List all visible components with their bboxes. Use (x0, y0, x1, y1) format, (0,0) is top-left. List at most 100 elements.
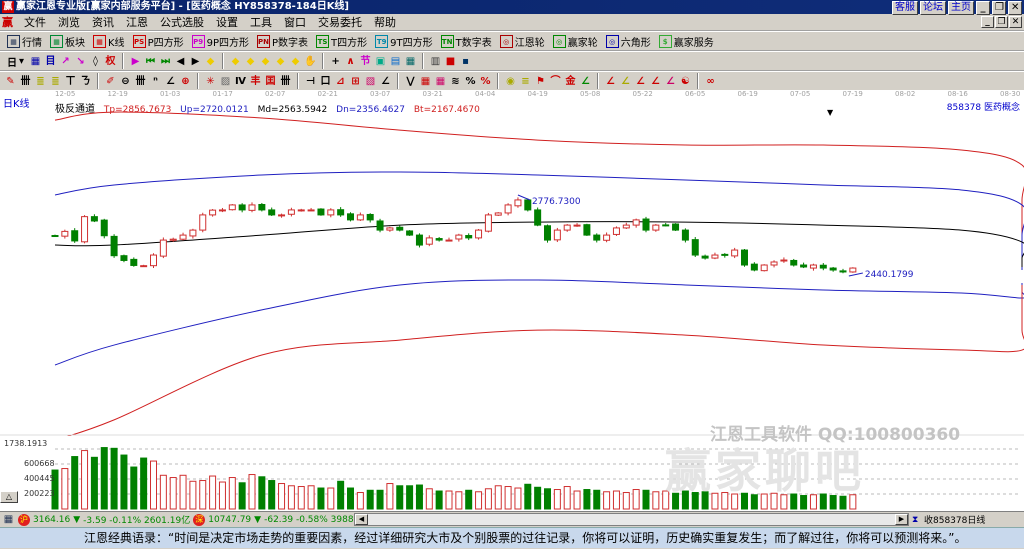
toolbar-button[interactable]: PN P数字表 (254, 34, 311, 49)
infinity-icon[interactable]: ∞ (704, 75, 717, 88)
candle[interactable] (238, 204, 246, 211)
toolbar-button[interactable]: P9 9P四方形 (189, 34, 252, 49)
candle[interactable] (317, 208, 325, 216)
candle[interactable] (209, 209, 217, 216)
toolbar-button[interactable]: TS T四方形 (313, 34, 370, 49)
candle[interactable] (445, 239, 453, 242)
diamond-2-icon[interactable]: ◆ (229, 55, 242, 68)
notes-icon[interactable]: ▥ (429, 55, 442, 68)
fork-icon[interactable]: ㄒ (64, 75, 77, 88)
candle-icon[interactable]: ◊ (89, 55, 102, 68)
restore-icon[interactable]: ❐ (992, 1, 1006, 15)
home-button[interactable]: 主页 (948, 1, 974, 15)
menu-item[interactable]: 帮助 (368, 14, 402, 30)
gold-fan-icon[interactable]: 金 (564, 75, 577, 88)
candle[interactable] (386, 227, 394, 231)
fan-5-icon[interactable]: ∠ (649, 75, 662, 88)
chart-icon[interactable]: ▦ (29, 55, 42, 68)
minimize-icon[interactable]: _ (976, 1, 990, 15)
candle[interactable] (347, 213, 354, 221)
candle[interactable] (790, 259, 798, 266)
candle[interactable] (248, 204, 256, 211)
shanghai-badge[interactable]: 沪 (18, 513, 30, 526)
candle[interactable] (534, 209, 542, 226)
candle[interactable] (770, 261, 778, 266)
rect-icon[interactable]: 口 (319, 75, 332, 88)
fan-box-icon[interactable]: 囯 (264, 75, 277, 88)
arc-icon[interactable]: ⌒ (549, 75, 562, 88)
angle-icon[interactable]: ∠ (164, 75, 177, 88)
kline-chart-panel[interactable]: 12-05 12-19 01-03 01-17 02-07 02-21 03-07 03-21… (0, 90, 1024, 511)
candle[interactable] (159, 239, 167, 257)
candle[interactable] (809, 264, 817, 269)
flag-icon[interactable]: ▶ (129, 55, 142, 68)
menu-item[interactable]: 资讯 (86, 14, 120, 30)
menu-item[interactable]: 窗口 (278, 14, 312, 30)
fan-1-icon[interactable]: ∠ (579, 75, 592, 88)
candle[interactable] (741, 249, 748, 266)
candle[interactable] (425, 237, 433, 245)
toolbar-button[interactable]: $ 赢家服务 (656, 34, 717, 49)
kline-chart[interactable]: 2776.7300 2440.1799 ▼ (0, 90, 1024, 511)
candle[interactable] (701, 255, 709, 259)
star-icon[interactable]: ✳ (204, 75, 217, 88)
diamond-5-icon[interactable]: ◆ (274, 55, 287, 68)
candle[interactable] (800, 264, 808, 268)
toolbar-button[interactable]: PS P四方形 (130, 34, 187, 49)
close-icon[interactable]: ✕ (1008, 1, 1022, 15)
down-trend-icon[interactable]: ↘ (74, 55, 87, 68)
calculator-icon[interactable]: ▦ (2, 513, 15, 526)
candle[interactable] (327, 209, 335, 216)
hand-icon[interactable]: ✋ (304, 55, 317, 68)
node-icon[interactable]: 节 (359, 55, 372, 68)
hatch-2-icon[interactable]: ▦ (434, 75, 447, 88)
candle[interactable] (169, 238, 177, 241)
hash-icon[interactable]: 卌 (134, 75, 147, 88)
pattern-icon[interactable]: ▣ (374, 55, 387, 68)
wave-icon[interactable]: ㄋ (79, 75, 92, 88)
candle[interactable] (672, 223, 680, 231)
shenzhen-badge[interactable]: 深 (193, 513, 206, 526)
candle[interactable] (573, 224, 581, 227)
menu-item[interactable]: 浏览 (52, 14, 86, 30)
candle[interactable] (711, 254, 719, 259)
candle[interactable] (819, 264, 827, 269)
target-icon[interactable]: ⊕ (179, 75, 192, 88)
percent-icon[interactable]: % (464, 75, 477, 88)
fib-icon[interactable]: ▧ (364, 75, 377, 88)
mdi-close-icon[interactable]: ✕ (1009, 16, 1022, 28)
fan-2-icon[interactable]: ∠ (604, 75, 617, 88)
wave2-icon[interactable]: ≋ (449, 75, 462, 88)
right-icon[interactable]: ▶ (189, 55, 202, 68)
toolbar-button[interactable]: T9 9T四方形 (372, 34, 435, 49)
fan-4-icon[interactable]: ∠ (634, 75, 647, 88)
menu-item[interactable]: 文件 (18, 14, 52, 30)
grid-icon[interactable]: 卌 (19, 75, 32, 88)
candle[interactable] (583, 224, 591, 236)
diamond-4-icon[interactable]: ◆ (259, 55, 272, 68)
mdi-minimize-icon[interactable]: _ (981, 16, 994, 28)
candle[interactable] (189, 229, 197, 237)
candle[interactable] (829, 267, 837, 271)
toolbar-button[interactable]: ◎ 江恩轮 (497, 34, 548, 49)
candle[interactable] (71, 230, 79, 242)
diamond-3-icon[interactable]: ◆ (244, 55, 257, 68)
toolbar-button[interactable]: ▦ 板块 (47, 34, 88, 49)
last-icon[interactable]: ⏭ (159, 55, 172, 68)
menu-item[interactable]: 工具 (244, 14, 278, 30)
horizontal-scrollbar[interactable]: ◀ ▶ (354, 513, 909, 526)
candle[interactable] (406, 230, 414, 236)
zigzag-icon[interactable]: ⋁ (404, 75, 417, 88)
brush-icon[interactable]: ✐ (104, 75, 117, 88)
candle[interactable] (130, 258, 138, 266)
forum-button[interactable]: 论坛 (920, 1, 946, 15)
candle[interactable] (563, 224, 571, 231)
diamond-1-icon[interactable]: ◆ (204, 55, 217, 68)
candle[interactable] (504, 204, 512, 214)
candle[interactable] (681, 229, 689, 241)
candle[interactable] (297, 209, 305, 212)
diamond-6-icon[interactable]: ◆ (289, 55, 302, 68)
hatch-1-icon[interactable]: ▦ (419, 75, 432, 88)
candle[interactable] (218, 209, 226, 212)
candle[interactable] (593, 234, 601, 241)
